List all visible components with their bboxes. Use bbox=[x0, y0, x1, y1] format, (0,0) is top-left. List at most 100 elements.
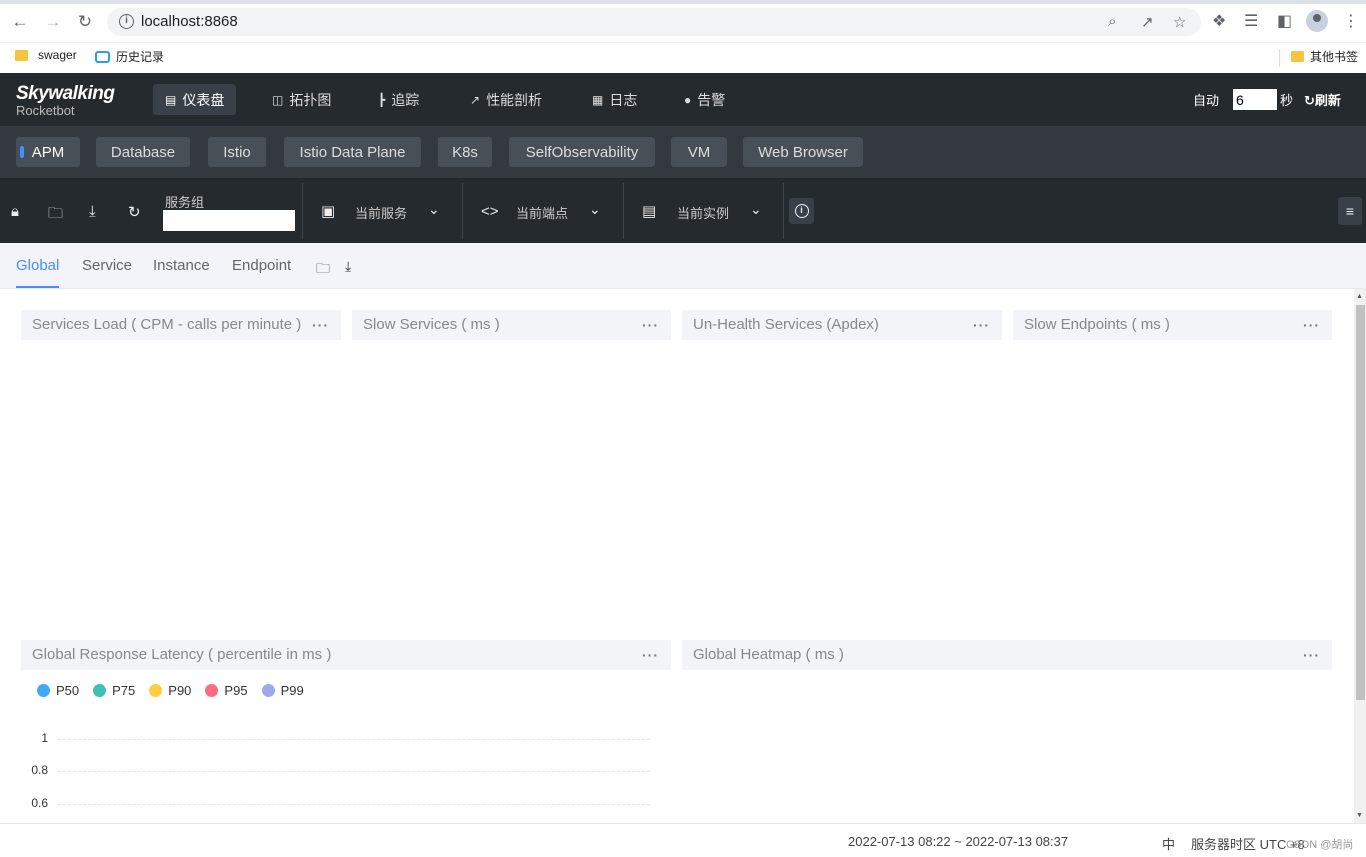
folder-icon bbox=[1291, 51, 1304, 62]
nav-log[interactable]: ▦ 日志 bbox=[580, 84, 649, 115]
chart-icon: ▤ bbox=[165, 92, 177, 107]
group-tab-web-browser[interactable]: Web Browser bbox=[743, 137, 863, 167]
bookmark-swager[interactable]: swager bbox=[15, 48, 77, 62]
group-tab-k8s[interactable]: K8s bbox=[438, 137, 492, 167]
info-button[interactable]: i bbox=[789, 198, 814, 224]
refresh-icon: ↻ bbox=[1304, 93, 1315, 108]
url-text: localhost:8868 bbox=[141, 13, 238, 30]
group-tab-istio-data-plane[interactable]: Istio Data Plane bbox=[284, 137, 421, 167]
profile-avatar[interactable] bbox=[1306, 10, 1328, 32]
tab-strip bbox=[0, 0, 1366, 4]
legend-item-p75[interactable]: P75 bbox=[93, 683, 135, 698]
forward-icon[interactable]: → bbox=[43, 12, 63, 32]
star-icon[interactable]: ☆ bbox=[1173, 13, 1186, 31]
panel-slow-services: Slow Services ( ms ) ··· bbox=[352, 310, 671, 340]
bookmark-other[interactable]: 其他书签 bbox=[1291, 48, 1358, 65]
sidebar-toggle-icon[interactable]: ≡ bbox=[1338, 197, 1362, 225]
group-tab-database[interactable]: Database bbox=[96, 137, 190, 167]
dashboard-toolbar: 🔒︎ 🗀︎ ⤓ ↻ 服务组 ▣ 当前服务 ⌄ <> 当前端点 ⌄ ▤ 当前实例 … bbox=[0, 179, 1366, 243]
download-icon[interactable]: ⤓ bbox=[89, 203, 96, 220]
more-icon[interactable]: ··· bbox=[642, 640, 659, 670]
menu-icon[interactable]: ⋮ bbox=[1343, 11, 1359, 31]
toolbar-divider bbox=[783, 183, 784, 239]
nav-trace[interactable]: ┣ 追踪 bbox=[366, 84, 431, 115]
tab-instance[interactable]: Instance bbox=[153, 257, 210, 274]
site-info-icon[interactable]: i bbox=[119, 14, 134, 29]
toolbar-divider bbox=[462, 183, 463, 239]
more-icon[interactable]: ··· bbox=[973, 310, 990, 340]
more-icon[interactable]: ··· bbox=[1303, 310, 1320, 340]
more-icon[interactable]: ··· bbox=[1303, 640, 1320, 670]
latency-legend: P50 P75 P90 P95 P99 bbox=[37, 683, 304, 698]
toolbar-divider bbox=[623, 183, 624, 239]
reload-icon[interactable]: ↻ bbox=[75, 12, 95, 32]
lock-icon[interactable]: 🔒︎ bbox=[11, 203, 19, 220]
more-icon[interactable]: ··· bbox=[642, 310, 659, 340]
zoom-icon[interactable]: ⌕ bbox=[1108, 13, 1116, 30]
nav-alarm[interactable]: ● 告警 bbox=[672, 84, 737, 115]
grid-line bbox=[58, 804, 650, 805]
legend-item-p90[interactable]: P90 bbox=[149, 683, 191, 698]
instance-icon: ▤ bbox=[642, 203, 657, 220]
bookmarks-bar: swager 历史记录 其他书签 bbox=[0, 43, 1366, 73]
legend-dot bbox=[205, 684, 219, 697]
info-icon: i bbox=[794, 204, 809, 218]
tab-endpoint[interactable]: Endpoint bbox=[232, 257, 291, 274]
extensions-icon[interactable]: ❖ bbox=[1212, 11, 1226, 31]
group-tab-vm[interactable]: VM bbox=[671, 137, 727, 167]
seconds-label: 秒 bbox=[1280, 93, 1294, 108]
auto-label: 自动 bbox=[1193, 93, 1220, 108]
topology-icon: ◫ bbox=[272, 92, 284, 107]
nav-profile[interactable]: ↗ 性能剖析 bbox=[458, 84, 554, 115]
chevron-down-icon: ⌄ bbox=[750, 201, 762, 217]
bookmark-history[interactable]: 历史记录 bbox=[95, 48, 164, 65]
y-tick-label: 0.6 bbox=[31, 796, 48, 810]
side-panel-icon[interactable]: ◧ bbox=[1277, 11, 1292, 31]
legend-item-p50[interactable]: P50 bbox=[37, 683, 79, 698]
import-folder-icon[interactable]: 🗀︎ bbox=[316, 258, 330, 282]
dashboard-content: Services Load ( CPM - calls per minute )… bbox=[0, 289, 1354, 823]
bookmark-divider bbox=[1279, 49, 1280, 67]
auto-refresh-interval-input[interactable] bbox=[1233, 89, 1277, 110]
more-icon[interactable]: ··· bbox=[312, 310, 329, 340]
legend-dot bbox=[93, 684, 107, 697]
app-header: Skywalking Rocketbot ▤ 仪表盘 ◫ 拓扑图 ┣ 追踪 ↗ … bbox=[0, 73, 1366, 126]
refresh-button[interactable]: ↻刷新 bbox=[1304, 90, 1341, 109]
watermark-text: CSDN @胡尚 bbox=[1286, 839, 1354, 851]
nav-dashboard[interactable]: ▤ 仪表盘 bbox=[153, 84, 237, 115]
log-icon: ▦ bbox=[592, 92, 604, 107]
alarm-icon: ● bbox=[684, 92, 692, 107]
legend-dot bbox=[149, 684, 163, 697]
footer-bar: 2022-07-13 08:22 ~ 2022-07-13 08:37 中 服务… bbox=[0, 823, 1366, 857]
chevron-down-icon: ⌄ bbox=[428, 201, 440, 217]
group-tab-selfobservability[interactable]: SelfObservability bbox=[509, 137, 655, 167]
panel-slow-endpoints: Slow Endpoints ( ms ) ··· bbox=[1013, 310, 1332, 340]
address-bar[interactable]: i localhost:8868 ⌕ ↗ ☆ bbox=[107, 8, 1201, 36]
tab-service[interactable]: Service bbox=[82, 257, 132, 274]
panel-global-latency: Global Response Latency ( percentile in … bbox=[21, 640, 671, 670]
language-toggle[interactable]: 中 bbox=[1162, 834, 1175, 853]
service-group-input[interactable] bbox=[163, 210, 295, 231]
tab-global[interactable]: Global bbox=[16, 257, 60, 288]
service-icon: ▣ bbox=[321, 203, 336, 220]
group-tab-istio[interactable]: Istio bbox=[208, 137, 266, 167]
service-group-label: 服务组 bbox=[165, 195, 205, 210]
chevron-down-icon: ⌄ bbox=[589, 201, 601, 217]
legend-item-p99[interactable]: P99 bbox=[261, 683, 304, 698]
scroll-down-icon[interactable]: ▼ bbox=[1356, 812, 1363, 819]
back-icon[interactable]: ← bbox=[10, 12, 30, 32]
scrollbar-thumb[interactable] bbox=[1356, 305, 1365, 700]
skywalking-logo[interactable]: Skywalking Rocketbot bbox=[16, 83, 115, 118]
group-tab-apm[interactable]: APM bbox=[16, 137, 80, 167]
scroll-up-icon[interactable]: ▲ bbox=[1356, 293, 1363, 300]
reading-list-icon[interactable]: ☰ bbox=[1244, 11, 1258, 31]
panel-services-load: Services Load ( CPM - calls per minute )… bbox=[21, 310, 341, 340]
export-download-icon[interactable]: ⤓ bbox=[345, 258, 351, 275]
folder-open-icon[interactable]: 🗀︎ bbox=[48, 203, 63, 228]
time-range[interactable]: 2022-07-13 08:22 ~ 2022-07-13 08:37 bbox=[848, 834, 1068, 849]
nav-topology[interactable]: ◫ 拓扑图 bbox=[260, 84, 343, 115]
share-icon[interactable]: ↗ bbox=[1141, 13, 1154, 31]
view-tabs-bar: Global Service Instance Endpoint 🗀︎ ⤓ bbox=[0, 243, 1366, 289]
legend-item-p95[interactable]: P95 bbox=[205, 683, 248, 698]
sync-icon[interactable]: ↻ bbox=[128, 203, 141, 221]
